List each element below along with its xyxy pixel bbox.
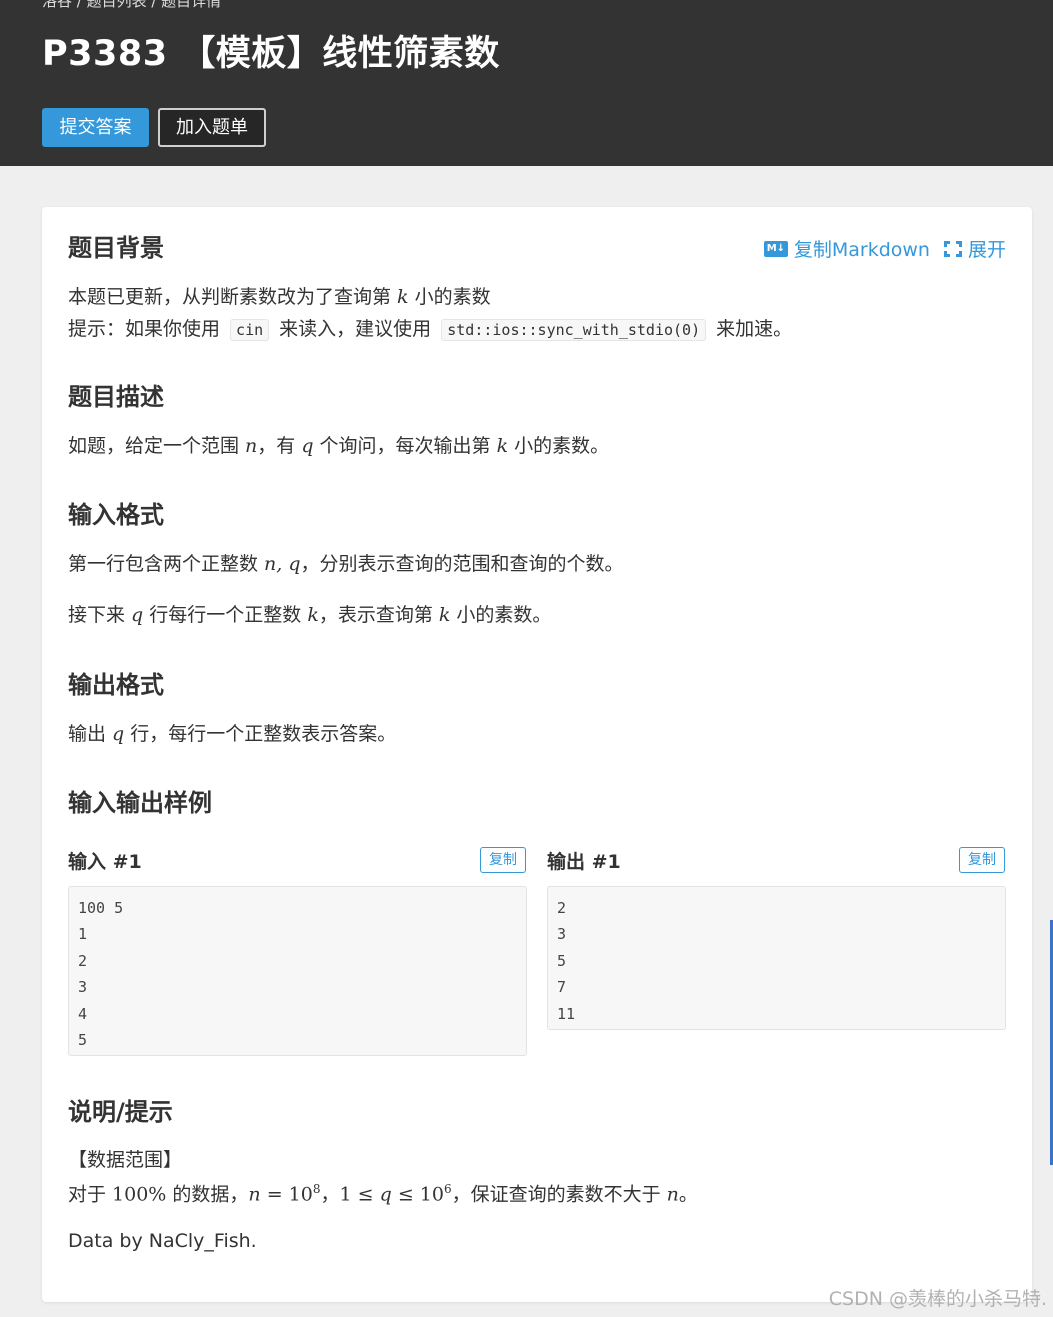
output-format-heading: 输出格式 [68,671,164,699]
sample-output-line: 2 [557,899,567,917]
markdown-icon[interactable]: M↓ [763,240,788,257]
hint-range-text: 对于 100% 的数据，n = 108，1 ≤ q ≤ 106，保证查询的素数不… [68,1182,698,1206]
hint-range-label: 【数据范围】 [68,1149,183,1171]
hint-heading: 说明/提示 [68,1098,173,1126]
sample-output-line: 5 [557,951,567,970]
hint-credit: Data by NaCly_Fish. [68,1230,257,1252]
sample-input-line: 3 [78,978,88,997]
sample-input-line: 4 [78,1004,88,1023]
input-format-heading: 输入格式 [68,501,164,529]
background-line-2: 提示：如果你使用 cin 来读入，建议使用 std::ios::sync_wit… [68,318,793,341]
sample-input-line: 5 [78,1031,88,1050]
copy-output-button[interactable]: 复制 [959,847,1005,873]
card-toolbar: M↓ 复制Markdown 展开 [763,235,1006,262]
sample-output-title: 输出 #1 [547,851,621,873]
expand-icon[interactable] [943,240,962,257]
sample-input-line: 1 [78,925,88,944]
input-format-line-2: 接下来 q 行每行一个正整数 k，表示查询第 k 小的素数。 [68,604,552,626]
background-heading: 题目背景 [68,234,164,262]
output-format-text: 输出 q 行，每行一个正整数表示答案。 [68,723,397,745]
inline-code: std::ios::sync_with_stdio(0) [441,319,707,341]
sample-output-line: 11 [557,1004,576,1023]
submit-answer-button[interactable]: 提交答案 [42,108,149,147]
background-line-1: 本题已更新，从判断素数改为了查询第 k 小的素数 [68,286,491,308]
expand-link[interactable]: 展开 [968,235,1006,262]
sample-input-line: 100 5 [78,899,124,917]
sample-input-title: 输入 #1 [68,851,142,873]
input-format-line-1: 第一行包含两个正整数 n, q，分别表示查询的范围和查询的个数。 [68,553,624,575]
problem-card: M↓ 复制Markdown 展开 题目背景 本题已更新，从判断素数改为了查询第 … [42,207,1032,1302]
sample-input-line: 2 [78,951,88,970]
inline-code: cin [230,319,270,341]
watermark: CSDN @羡棒的小杀马特. [828,1288,1047,1310]
sample-input-box[interactable]: 100 5 1 2 3 4 5 [68,886,527,1056]
description-heading: 题目描述 [68,383,164,411]
sample-output-line: 7 [557,978,567,997]
page-header: 洛谷 / 题目列表 / 题目详情 P3383 【模板】线性筛素数 提交答案 加入… [0,0,1053,166]
sample-output-box[interactable]: 2 3 5 7 11 [547,886,1006,1030]
add-to-list-button[interactable]: 加入题单 [158,108,266,147]
description-text: 如题，给定一个范围 n，有 q 个询问，每次输出第 k 小的素数。 [68,435,610,457]
samples-heading: 输入输出样例 [68,789,212,817]
breadcrumb[interactable]: 洛谷 / 题目列表 / 题目详情 [42,0,221,11]
copy-input-button[interactable]: 复制 [480,847,526,873]
copy-markdown-link[interactable]: 复制Markdown [794,235,930,262]
sample-output-line: 3 [557,925,567,944]
page-title: P3383 【模板】线性筛素数 [42,34,500,74]
